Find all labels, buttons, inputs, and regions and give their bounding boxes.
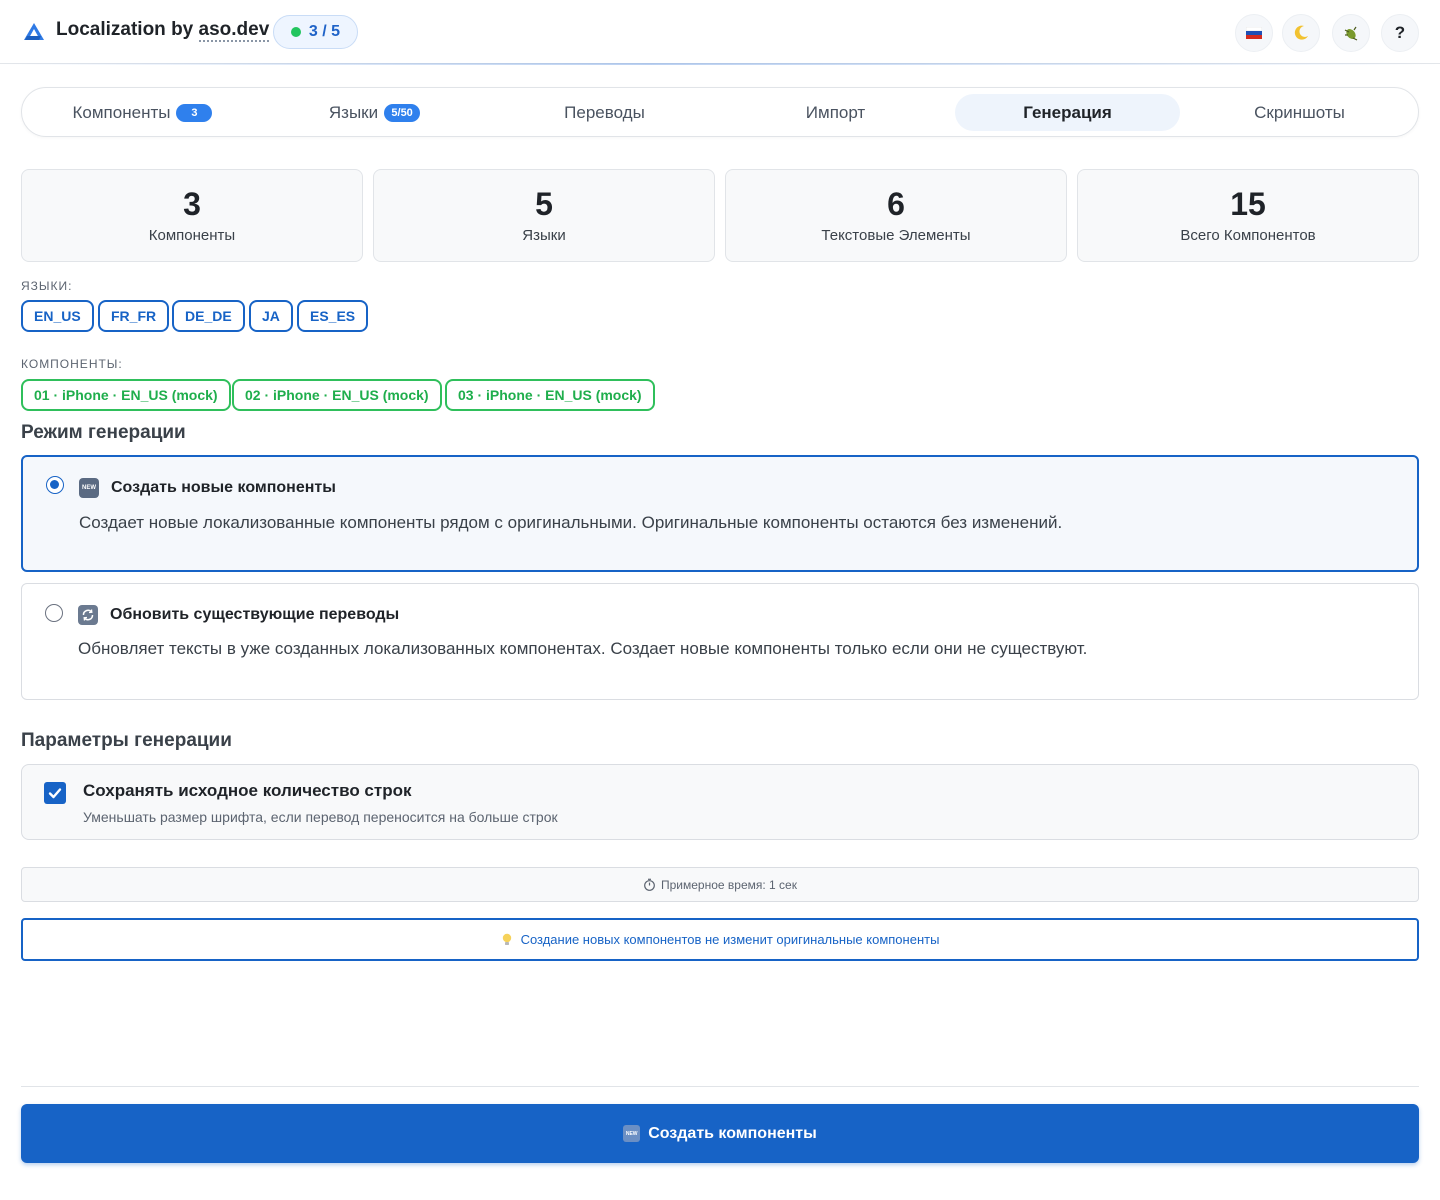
mode-description: Создает новые локализованные компоненты …: [79, 513, 1063, 532]
lightbulb-icon: [502, 933, 511, 945]
stat-card-components: 3 Компоненты: [21, 169, 363, 262]
tab-label: Импорт: [805, 102, 866, 122]
component-chip[interactable]: 01 · iPhone · EN_US (mock): [21, 379, 231, 411]
stat-label: Языки: [522, 227, 566, 244]
progress-count: 3 / 5: [308, 23, 341, 40]
language-chip[interactable]: FR_FR: [98, 300, 170, 332]
refresh-arrows-icon: [82, 609, 94, 621]
tab-translations[interactable]: Переводы: [492, 94, 717, 131]
help-button[interactable]: ?: [1381, 14, 1419, 52]
tab-label: Скриншоты: [1254, 102, 1345, 122]
hint-bar: Создание новых компонентов не изменит ор…: [21, 918, 1419, 961]
theme-toggle-button[interactable]: [1282, 14, 1320, 52]
generation-params-heading: Параметры генерации: [21, 730, 232, 751]
stat-label: Текстовые Элементы: [821, 227, 971, 244]
stat-value: 6: [887, 186, 905, 222]
tab-badge: 3: [176, 103, 213, 122]
debug-button[interactable]: [1332, 14, 1370, 52]
stat-card-languages: 5 Языки: [373, 169, 715, 262]
brand-link[interactable]: aso.dev: [198, 19, 270, 42]
param-keep-line-count[interactable]: Сохранять исходное количество строк Умен…: [21, 764, 1419, 840]
param-description: Уменьшать размер шрифта, если перевод пе…: [83, 809, 558, 825]
languages-label: ЯЗЫКИ:: [21, 279, 73, 293]
param-title: Сохранять исходное количество строк: [83, 781, 412, 800]
mode-title: Создать новые компоненты: [111, 479, 336, 496]
stat-card-total-components: 15 Всего Компонентов: [1077, 169, 1419, 262]
tab-badge: 5/50: [384, 103, 421, 122]
refresh-icon: [78, 605, 98, 625]
stat-value: 5: [535, 186, 553, 222]
app-header: Localization by aso.dev 3 / 5 ?: [0, 0, 1440, 65]
stat-value: 15: [1230, 186, 1266, 222]
tab-import[interactable]: Импорт: [723, 94, 948, 131]
hint-text: Создание новых компонентов не изменит ор…: [520, 932, 940, 947]
tab-label: Языки: [328, 102, 379, 122]
tab-label: Компоненты: [72, 102, 171, 122]
stat-card-text-elements: 6 Текстовые Элементы: [725, 169, 1067, 262]
create-components-button[interactable]: NEW Создать компоненты: [21, 1104, 1419, 1163]
language-chip[interactable]: ES_ES: [297, 300, 369, 332]
mode-option-create-new[interactable]: NEW Создать новые компоненты Создает нов…: [21, 455, 1419, 572]
tab-generation[interactable]: Генерация: [955, 94, 1180, 131]
component-chip[interactable]: 02 · iPhone · EN_US (mock): [232, 379, 442, 411]
tab-screenshots[interactable]: Скриншоты: [1187, 94, 1412, 131]
language-chip[interactable]: EN_US: [21, 300, 94, 332]
app-title-text: Localization by: [56, 19, 199, 40]
keep-lines-checkbox[interactable]: [44, 782, 66, 804]
mode-option-update-existing[interactable]: Обновить существующие переводы Обновляет…: [21, 583, 1419, 700]
tab-label: Переводы: [564, 102, 645, 122]
language-chip[interactable]: JA: [249, 300, 293, 332]
new-icon: NEW: [623, 1125, 641, 1142]
components-label: КОМПОНЕНТЫ:: [21, 357, 123, 371]
language-flag-button[interactable]: [1235, 14, 1273, 52]
language-chip[interactable]: DE_DE: [172, 300, 245, 332]
app-title: Localization by aso.dev: [56, 19, 270, 42]
mode-title: Обновить существующие переводы: [110, 606, 400, 623]
mode-radio-update-existing[interactable]: [45, 604, 63, 622]
mode-description: Обновляет тексты в уже созданных локализ…: [78, 639, 1088, 658]
tab-label: Генерация: [1023, 102, 1112, 122]
status-dot-icon: [290, 27, 301, 37]
app-logo-icon: [24, 23, 44, 40]
footer-divider: [21, 1086, 1419, 1087]
new-icon: NEW: [79, 478, 99, 498]
russia-flag-icon: [1246, 27, 1262, 39]
bug-icon: [1344, 26, 1358, 41]
tab-languages[interactable]: Языки 5/50: [262, 94, 487, 131]
checkmark-icon: [48, 788, 62, 799]
stopwatch-icon: [644, 878, 655, 891]
progress-pill[interactable]: 3 / 5: [273, 15, 358, 49]
question-icon: ?: [1394, 23, 1406, 42]
estimate-time-bar: Примерное время: 1 сек: [21, 867, 1419, 902]
mode-radio-create-new[interactable]: [46, 476, 64, 494]
moon-icon: [1294, 25, 1308, 40]
component-chip[interactable]: 03 · iPhone · EN_US (mock): [445, 379, 655, 411]
generation-mode-heading: Режим генерации: [21, 422, 186, 443]
main-tabs: Компоненты 3 Языки 5/50 Переводы Импорт …: [21, 87, 1419, 137]
stat-value: 3: [183, 186, 201, 222]
tab-components[interactable]: Компоненты 3: [30, 94, 255, 131]
create-components-label: Создать компоненты: [648, 1124, 817, 1142]
estimate-text: Примерное время: 1 сек: [661, 877, 797, 892]
stat-label: Компоненты: [148, 227, 236, 244]
stat-label: Всего Компонентов: [1180, 227, 1316, 244]
